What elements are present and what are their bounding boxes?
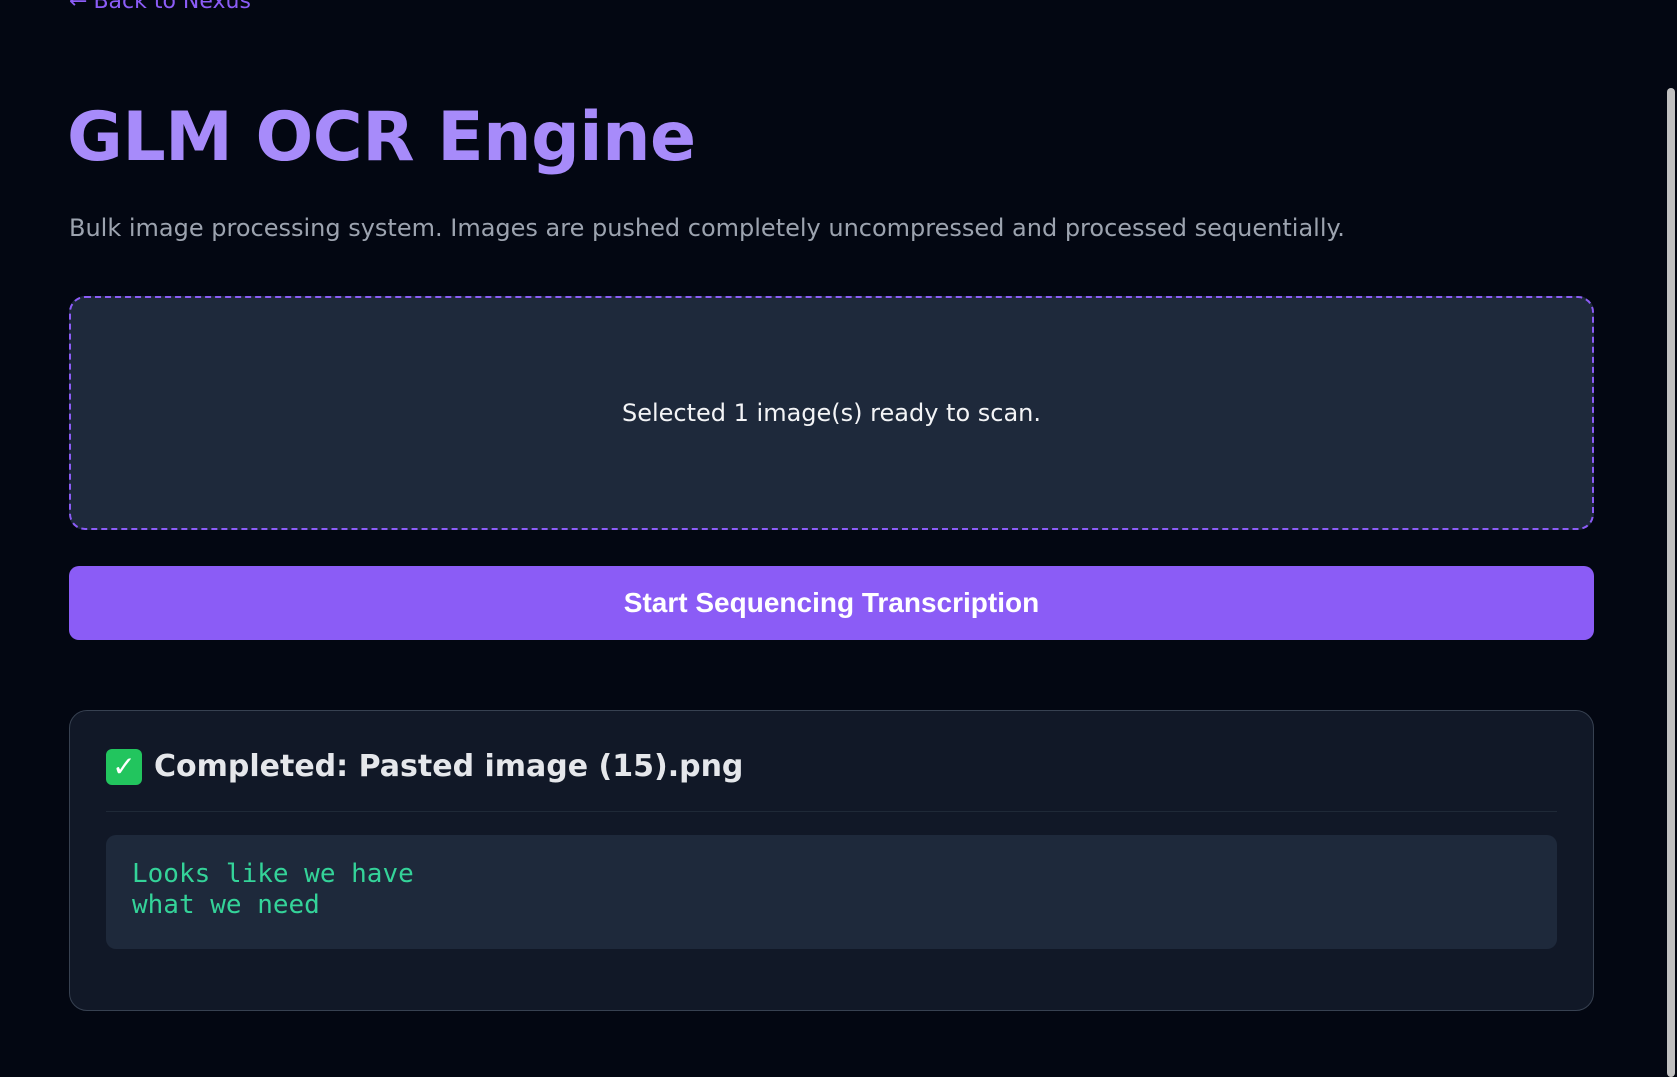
- image-dropzone[interactable]: Selected 1 image(s) ready to scan.: [69, 296, 1594, 530]
- result-card: ✓ Completed: Pasted image (15).png Looks…: [69, 710, 1594, 1011]
- ocr-output-text: Looks like we have what we need: [106, 835, 1557, 949]
- dropzone-status-text: Selected 1 image(s) ready to scan.: [621, 399, 1042, 427]
- result-header: ✓ Completed: Pasted image (15).png: [106, 747, 1557, 812]
- back-to-nexus-link[interactable]: ← Back to Nexus: [69, 0, 251, 16]
- page-scrollbar[interactable]: [1665, 0, 1677, 1077]
- back-arrow-icon: ←: [69, 0, 88, 14]
- result-title: Completed: Pasted image (15).png: [154, 749, 744, 784]
- page-subtitle: Bulk image processing system. Images are…: [69, 214, 1345, 242]
- check-mark-icon: ✓: [106, 749, 142, 785]
- page: ← Back to Nexus GLM OCR Engine Bulk image…: [0, 0, 1677, 1077]
- page-title: GLM OCR Engine: [67, 98, 696, 177]
- start-transcription-button[interactable]: Start Sequencing Transcription: [69, 566, 1594, 640]
- back-link-label: Back to Nexus: [93, 0, 251, 14]
- scrollbar-thumb[interactable]: [1667, 88, 1675, 1077]
